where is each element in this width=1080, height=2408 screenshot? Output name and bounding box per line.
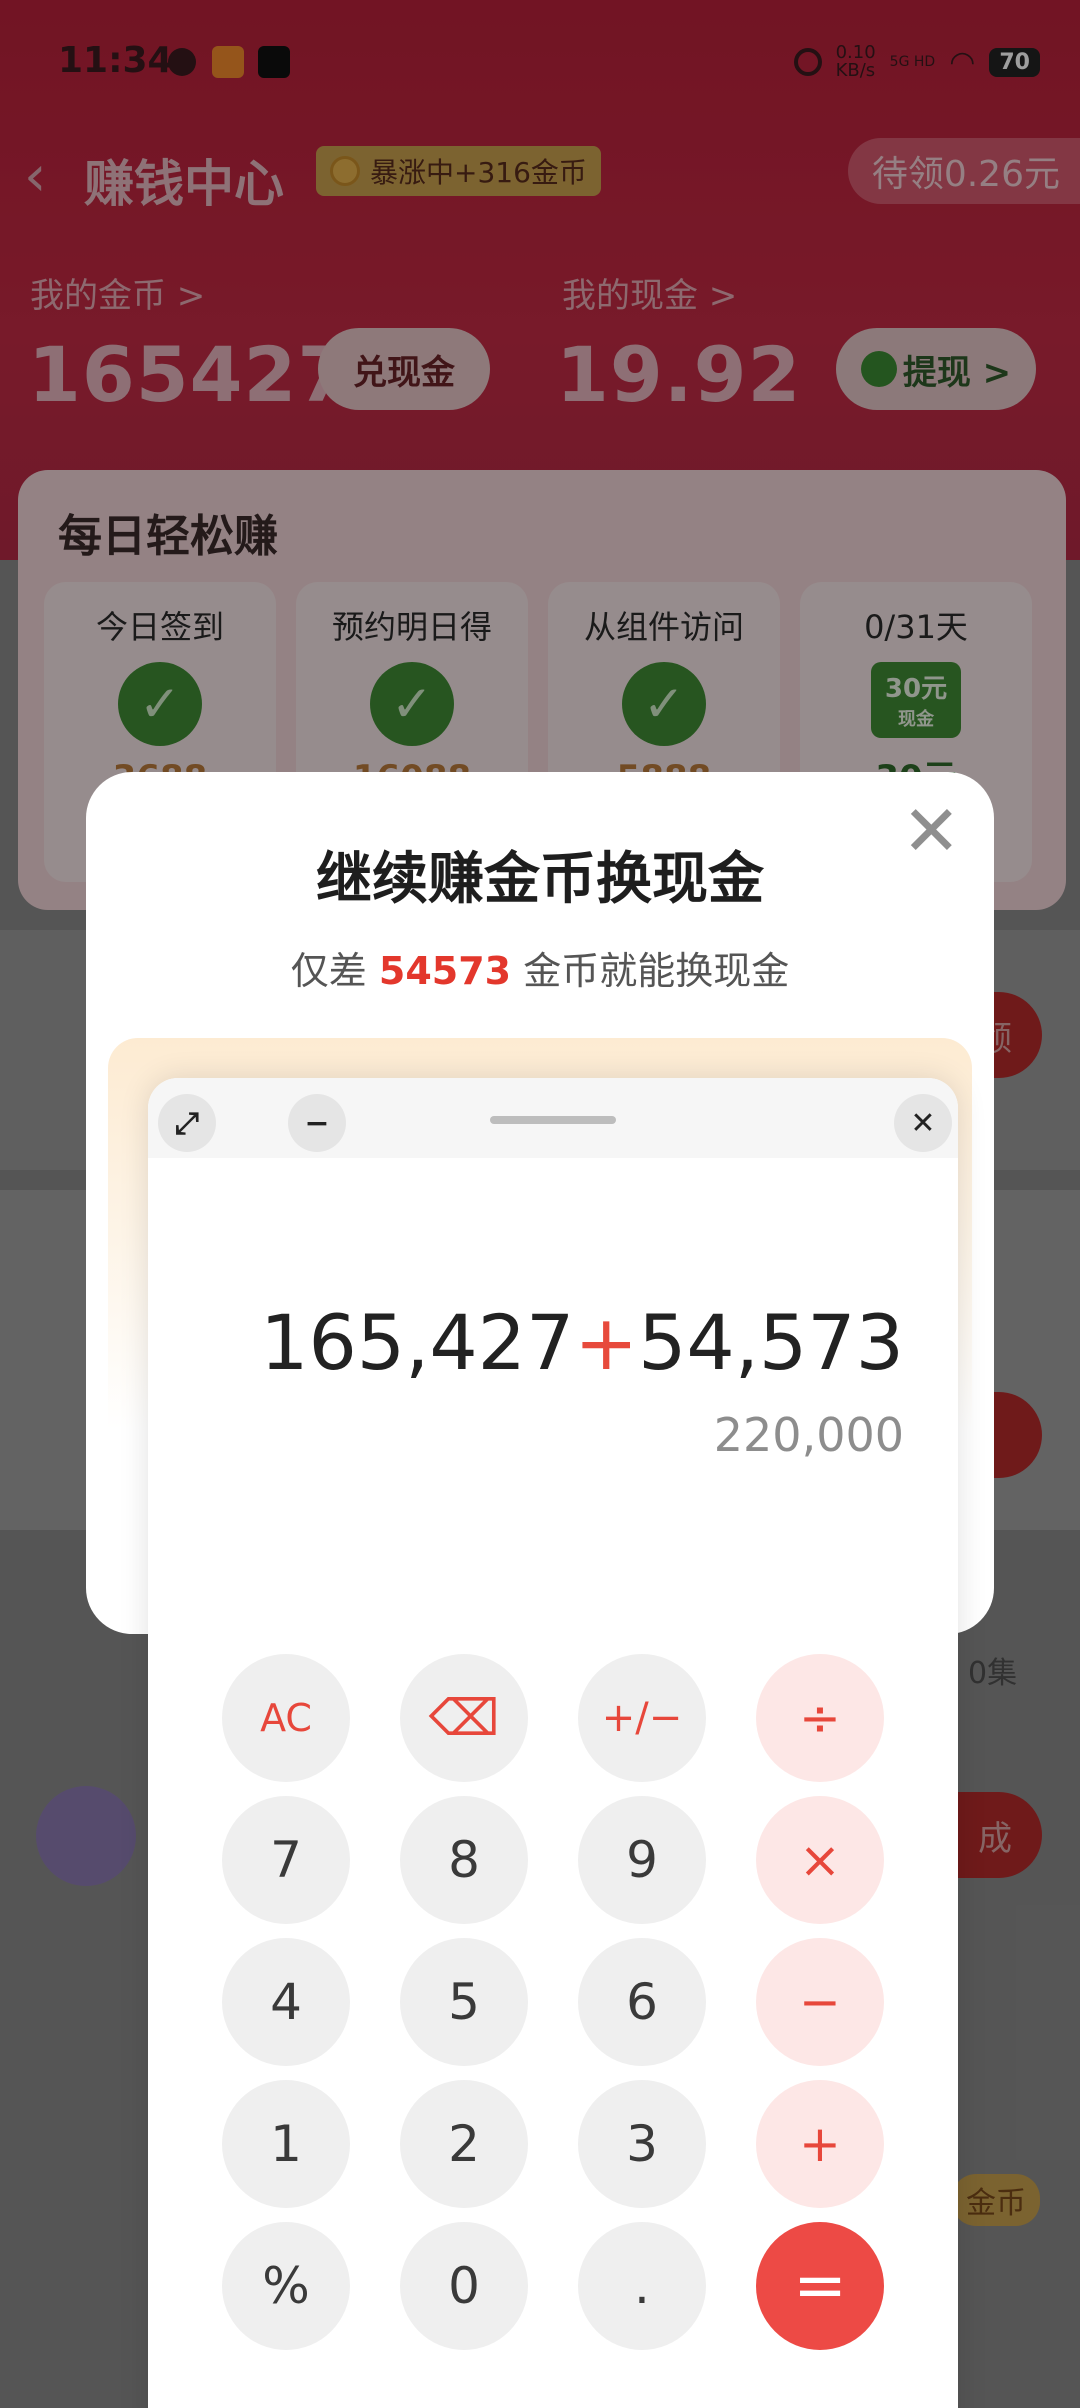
coins-needed-value: 54573 xyxy=(378,949,512,993)
key-add[interactable]: + xyxy=(756,2080,884,2208)
key-clear[interactable]: AC xyxy=(222,1654,350,1782)
close-icon[interactable]: ✕ xyxy=(894,1094,952,1152)
operand-a: 165,427 xyxy=(260,1298,575,1387)
minimize-icon[interactable]: − xyxy=(288,1094,346,1152)
operand-b: 54,573 xyxy=(638,1298,904,1387)
floating-calculator: ⤢ − ✕ 165,427+54,573 220,000 AC ⌫ +/− ÷ 7 8 9 ×… xyxy=(148,1078,958,2408)
modal-subtitle-suffix: 金币就能换现金 xyxy=(523,949,790,993)
key-4[interactable]: 4 xyxy=(222,1938,350,2066)
calculator-result: 220,000 xyxy=(713,1408,904,1462)
key-7[interactable]: 7 xyxy=(222,1796,350,1924)
key-9[interactable]: 9 xyxy=(578,1796,706,1924)
calculator-title-bar[interactable]: ⤢ − ✕ xyxy=(148,1078,958,1158)
key-5[interactable]: 5 xyxy=(400,1938,528,2066)
key-3[interactable]: 3 xyxy=(578,2080,706,2208)
modal-title: 继续赚金币换现金 xyxy=(316,847,764,912)
drag-handle[interactable] xyxy=(490,1116,616,1124)
key-8[interactable]: 8 xyxy=(400,1796,528,1924)
calculator-expression: 165,427+54,573 xyxy=(260,1298,904,1387)
operator: + xyxy=(574,1298,639,1387)
modal-subtitle-prefix: 仅差 xyxy=(290,949,367,993)
key-sign[interactable]: +/− xyxy=(578,1654,706,1782)
key-1[interactable]: 1 xyxy=(222,2080,350,2208)
key-2[interactable]: 2 xyxy=(400,2080,528,2208)
key-percent[interactable]: % xyxy=(222,2222,350,2350)
key-divide[interactable]: ÷ xyxy=(756,1654,884,1782)
expand-icon[interactable]: ⤢ xyxy=(158,1094,216,1152)
modal-subtitle: 仅差 54573 金币就能换现金 xyxy=(86,940,994,995)
key-backspace[interactable]: ⌫ xyxy=(400,1654,528,1782)
key-multiply[interactable]: × xyxy=(756,1796,884,1924)
key-equals[interactable]: = xyxy=(756,2222,884,2350)
key-decimal[interactable]: . xyxy=(578,2222,706,2350)
key-0[interactable]: 0 xyxy=(400,2222,528,2350)
key-subtract[interactable]: − xyxy=(756,1938,884,2066)
key-6[interactable]: 6 xyxy=(578,1938,706,2066)
